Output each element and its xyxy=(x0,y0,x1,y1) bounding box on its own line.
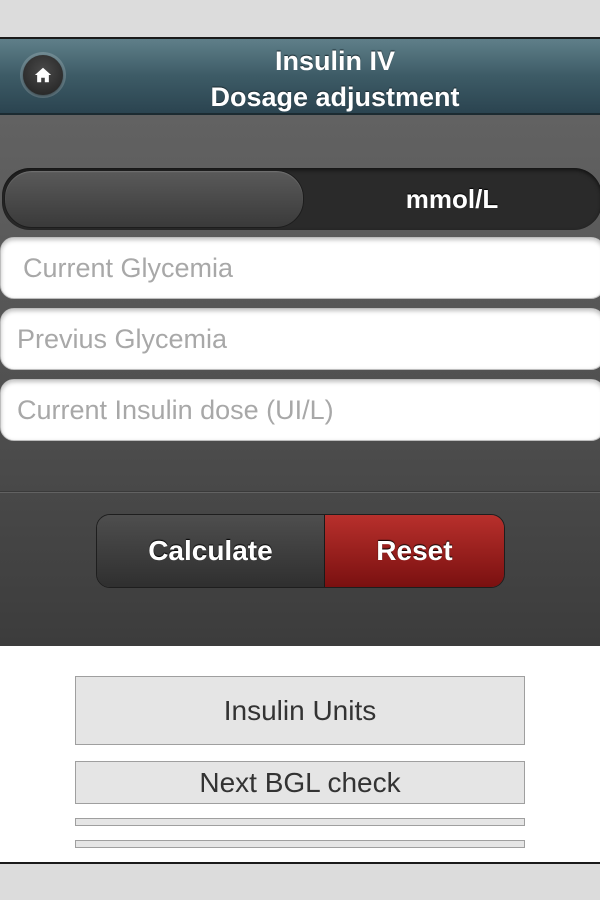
next-bgl-check-output: Next BGL check xyxy=(75,761,525,804)
home-button[interactable] xyxy=(23,55,63,95)
insulin-units-output: Insulin Units xyxy=(75,676,525,745)
form-area: mmol/L Calculate Reset xyxy=(0,115,600,646)
unit-label: mmol/L xyxy=(405,184,499,214)
bottom-margin xyxy=(0,864,600,900)
toggle-knob[interactable] xyxy=(4,170,304,228)
title-line-2: Dosage adjustment xyxy=(210,82,460,112)
home-icon xyxy=(34,67,52,83)
page-title: Insulin IV Dosage adjustment xyxy=(90,43,580,115)
result-line-empty xyxy=(75,840,525,848)
app-window: Insulin IV Dosage adjustment mmol/L Calc… xyxy=(0,37,600,864)
reset-button[interactable]: Reset xyxy=(324,515,504,587)
result-line-empty xyxy=(75,818,525,826)
results-area: Insulin Units Next BGL check xyxy=(0,646,600,862)
calculate-button[interactable]: Calculate xyxy=(97,515,325,587)
top-margin xyxy=(0,0,600,37)
current-glycemia-input[interactable] xyxy=(0,237,600,299)
divider xyxy=(0,491,600,493)
action-button-group: Calculate Reset xyxy=(96,514,505,588)
previous-glycemia-input[interactable] xyxy=(0,308,600,370)
unit-toggle[interactable]: mmol/L xyxy=(2,168,600,230)
title-line-1: Insulin IV xyxy=(274,46,395,76)
current-insulin-dose-input[interactable] xyxy=(0,379,600,441)
header-bar: Insulin IV Dosage adjustment xyxy=(0,39,600,115)
